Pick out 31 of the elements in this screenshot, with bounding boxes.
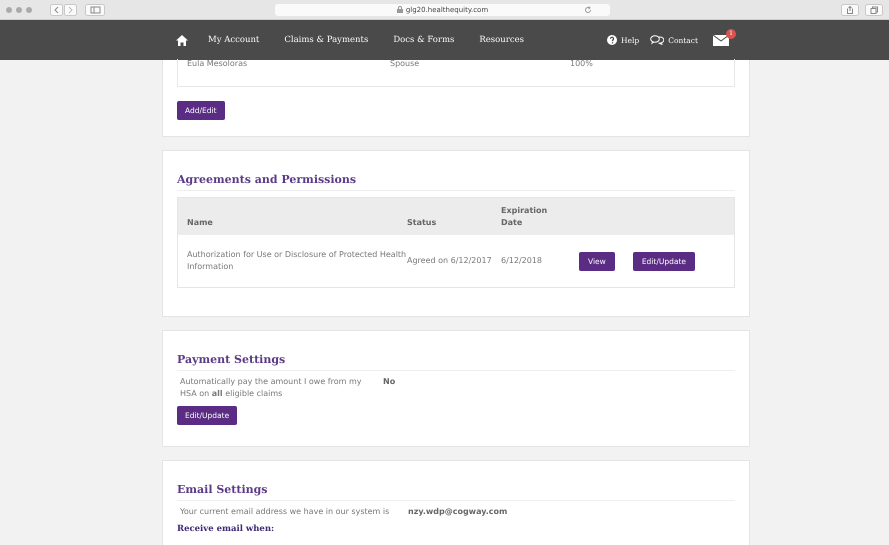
share-icon[interactable] [841, 4, 859, 16]
column-header: Expiration Date [501, 205, 548, 229]
lock-icon [396, 6, 403, 13]
table-cell: Authorization for Use or Disclosure of Protected Health Information [187, 249, 407, 273]
home-icon[interactable] [176, 34, 188, 46]
section-heading: Agreements and Permissions [177, 171, 735, 191]
setting-value: No [383, 376, 396, 388]
nav-link[interactable]: Claims & Payments [284, 35, 368, 45]
table-cell-text: 6/12/2018 [501, 255, 544, 267]
chat-icon[interactable] [650, 35, 664, 45]
setting-label: Your current email address we have in our system is [180, 506, 390, 518]
subheading: Receive email when: [177, 524, 276, 534]
setting-label: Automatically pay the amount I owe from my HSA on all eligible claims [180, 376, 362, 400]
back-icon[interactable] [50, 4, 63, 16]
section-heading: Email Settings [177, 481, 735, 501]
tabs-icon[interactable] [865, 4, 883, 16]
table-cell: 100% [570, 59, 593, 68]
table-cell-text: Eula Mesoloras [187, 59, 248, 68]
nav-link[interactable]: Docs & Forms [393, 35, 454, 45]
nav-link[interactable]: My Account [208, 35, 260, 45]
column-header: Status [407, 217, 438, 229]
section-heading: Payment Settings [177, 351, 735, 371]
reload-icon[interactable] [584, 6, 592, 14]
mail-icon[interactable] [713, 34, 729, 46]
setting-value: nzy.wdp@cogway.com [408, 506, 508, 518]
help-icon[interactable] [607, 35, 618, 45]
column-header: Name [187, 217, 214, 229]
sidebar-icon[interactable] [85, 4, 105, 16]
table-cell-text: Spouse [390, 59, 420, 68]
nav-link[interactable]: Resources [479, 35, 524, 45]
table-cell-text: Agreed on 6/12/2017 [407, 255, 493, 267]
